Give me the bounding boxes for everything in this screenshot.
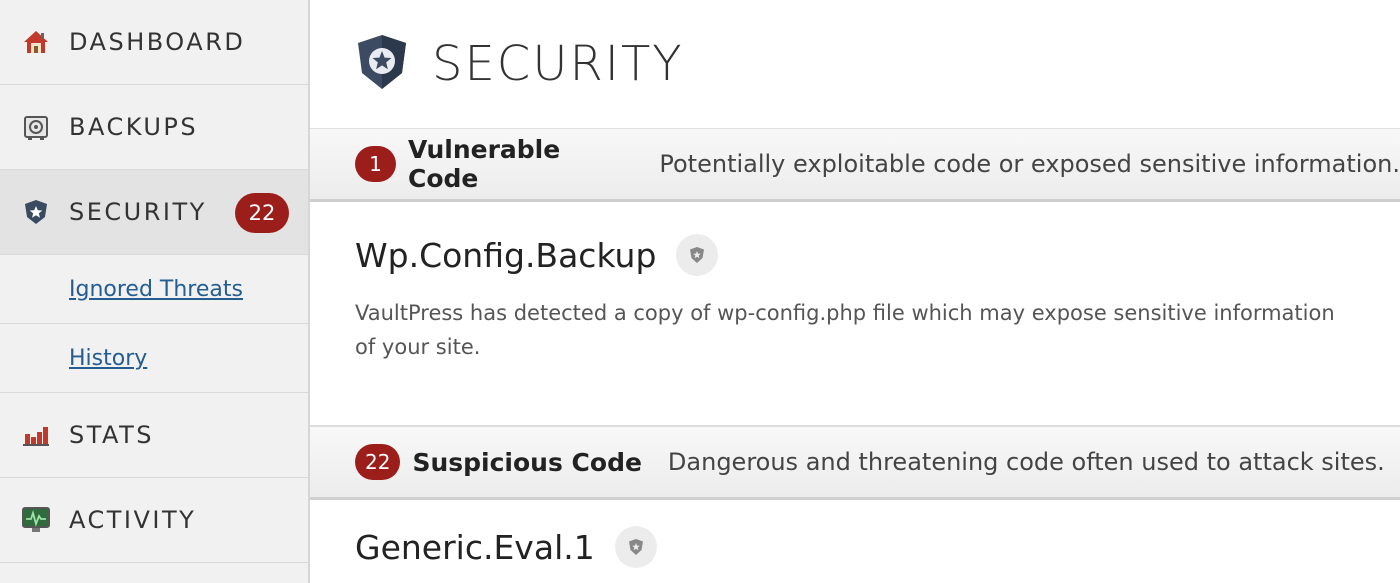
sidebar-item-label: ACTIVITY xyxy=(69,506,197,534)
history-link[interactable]: History xyxy=(69,346,147,371)
sidebar-item-stats[interactable]: STATS xyxy=(0,393,308,478)
section-name: Vulnerable Code xyxy=(408,135,561,193)
count-badge: 1 xyxy=(355,146,396,182)
sidebar-item-dashboard[interactable]: DASHBOARD xyxy=(0,0,308,85)
sidebar-item-label: SECURITY xyxy=(69,198,207,226)
sidebar-item-label: DASHBOARD xyxy=(69,28,246,56)
threat-title[interactable]: Wp.Config.Backup xyxy=(355,236,656,275)
sidebar-subitem-ignored-threats: Ignored Threats xyxy=(0,255,308,324)
sidebar-item-label: STATS xyxy=(69,421,154,449)
main-content: SECURITY 1 Vulnerable Code Potentially e… xyxy=(310,0,1400,583)
sidebar-item-security[interactable]: SECURITY 22 xyxy=(0,170,308,255)
ignore-shield-icon[interactable] xyxy=(676,234,719,276)
count-badge: 22 xyxy=(235,193,289,233)
vault-icon xyxy=(22,113,50,141)
house-icon xyxy=(22,28,50,56)
sidebar-item-backups[interactable]: BACKUPS xyxy=(0,85,308,170)
bar-chart-icon xyxy=(22,421,50,449)
count-badge: 22 xyxy=(355,444,401,480)
threat-title-row: Wp.Config.Backup xyxy=(355,234,1400,276)
ignored-threats-link[interactable]: Ignored Threats xyxy=(69,277,243,302)
monitor-activity-icon xyxy=(22,506,50,534)
shield-star-icon xyxy=(356,33,408,95)
threat-item: Generic.Eval.1 xyxy=(310,500,1400,568)
section-name: Suspicious Code xyxy=(412,447,642,477)
sidebar-item-label: BACKUPS xyxy=(69,113,199,141)
threat-title[interactable]: Generic.Eval.1 xyxy=(355,528,595,567)
sidebar-item-activity[interactable]: ACTIVITY xyxy=(0,478,308,563)
section-description: Dangerous and threatening code often use… xyxy=(667,448,1385,476)
page-header: SECURITY xyxy=(310,0,1400,128)
sidebar: DASHBOARD BACKUPS SECURITY 22 Ignored Th… xyxy=(0,0,310,583)
threat-item: Wp.Config.Backup VaultPress has detected… xyxy=(310,202,1400,426)
ignore-shield-icon[interactable] xyxy=(614,526,657,568)
threat-description: VaultPress has detected a copy of wp-con… xyxy=(355,301,1335,359)
shield-star-icon xyxy=(22,198,50,226)
sidebar-subitem-history: History xyxy=(0,324,308,393)
threat-title-row: Generic.Eval.1 xyxy=(355,526,1400,568)
section-header-suspicious-code: 22 Suspicious Code Dangerous and threate… xyxy=(310,426,1400,500)
section-description: Potentially exploitable code or exposed … xyxy=(659,150,1400,178)
section-header-vulnerable-code: 1 Vulnerable Code Potentially exploitabl… xyxy=(310,128,1400,202)
page-title: SECURITY xyxy=(432,36,684,92)
